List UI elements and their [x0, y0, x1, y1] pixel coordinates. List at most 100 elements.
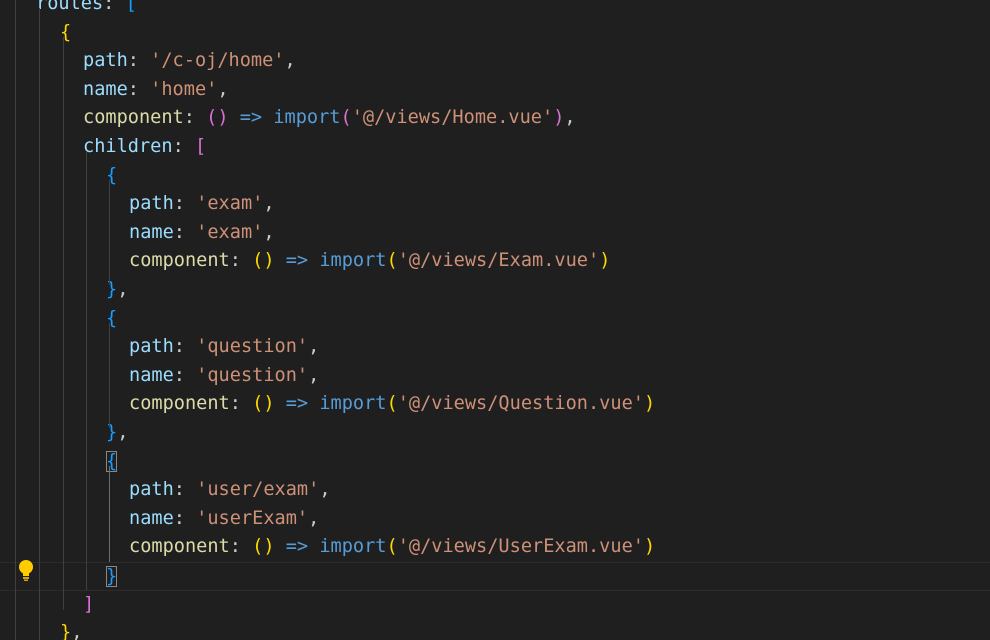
code-token: routes	[36, 0, 104, 14]
code-token: 'exam'	[196, 193, 264, 215]
code-token: [	[125, 0, 137, 14]
code-token: name	[129, 221, 174, 243]
code-token: ,	[308, 336, 320, 358]
code-line-text[interactable]: path: 'exam',	[129, 190, 275, 219]
code-line-text[interactable]: name: 'userExam',	[129, 505, 319, 534]
code-line[interactable]: name: 'question',	[0, 362, 990, 391]
code-line[interactable]: path: '/c-oj/home',	[0, 47, 990, 76]
code-token: path	[129, 336, 174, 358]
code-token: name	[129, 507, 174, 529]
code-line[interactable]: routes: [	[0, 0, 990, 19]
code-token: }	[106, 422, 118, 443]
code-token: {	[106, 164, 118, 186]
code-token: )	[643, 536, 656, 558]
code-token: ,	[71, 622, 83, 640]
code-token: :	[183, 107, 207, 129]
code-token: (	[386, 250, 398, 272]
code-token: component	[83, 107, 184, 129]
code-line[interactable]: {	[0, 162, 990, 191]
code-token: :	[229, 393, 253, 415]
code-token: '@/views/UserExam.vue'	[397, 536, 644, 558]
code-token: ]	[83, 593, 95, 615]
code-line-text[interactable]: path: 'user/exam',	[129, 476, 331, 505]
code-token: =>	[274, 250, 320, 272]
code-token: import	[273, 107, 341, 129]
code-line[interactable]: },	[0, 276, 990, 305]
code-line-text[interactable]: path: 'question',	[129, 333, 319, 362]
code-line-text[interactable]: {	[60, 19, 71, 48]
indent-guide	[39, 8, 40, 640]
code-line[interactable]: children: [	[0, 133, 990, 162]
code-line-text[interactable]: component: () => import('@/views/Questio…	[129, 390, 655, 419]
code-line-text[interactable]: component: () => import('@/views/Exam.vu…	[129, 247, 610, 276]
code-line[interactable]: },	[0, 619, 990, 640]
code-token: )	[643, 393, 656, 415]
code-token: '/c-oj/home'	[150, 50, 285, 72]
lightbulb-icon[interactable]	[16, 558, 36, 582]
code-token: name	[83, 78, 128, 100]
code-line[interactable]: ]	[0, 591, 990, 620]
code-line[interactable]: component: () => import('@/views/Exam.vu…	[0, 247, 990, 276]
code-token: '@/views/Exam.vue'	[397, 250, 600, 272]
code-token: (	[340, 107, 352, 129]
code-token: }	[106, 279, 118, 300]
code-token: import	[319, 536, 387, 558]
code-line-text[interactable]: name: 'question',	[129, 362, 319, 391]
code-token: 'exam'	[196, 221, 264, 243]
code-line-text[interactable]: }	[106, 563, 118, 592]
code-token: (	[386, 536, 398, 558]
code-line[interactable]: },	[0, 419, 990, 448]
code-line[interactable]: name: 'exam',	[0, 219, 990, 248]
code-line-text[interactable]: name: 'home',	[83, 76, 229, 105]
code-line[interactable]: component: () => import('@/views/Questio…	[0, 390, 990, 419]
code-token: :	[173, 364, 197, 386]
code-line-text[interactable]: path: '/c-oj/home',	[83, 47, 296, 76]
code-line[interactable]: {	[0, 305, 990, 334]
code-line-text[interactable]: routes: [	[36, 0, 137, 19]
indent-guide	[86, 151, 87, 590]
code-token: 'user/exam'	[196, 479, 320, 501]
code-line[interactable]: path: 'question',	[0, 333, 990, 362]
code-token: :	[173, 336, 197, 358]
code-editor[interactable]: routes: [{path: '/c-oj/home', name: 'home…	[0, 0, 990, 640]
indent-guide	[109, 323, 110, 428]
code-line-text[interactable]: component: () => import('@/views/UserExa…	[129, 533, 655, 562]
code-line[interactable]: path: 'user/exam',	[0, 476, 990, 505]
code-line[interactable]: }	[0, 562, 990, 591]
code-token: '@/views/Home.vue'	[351, 107, 554, 129]
code-token: ()	[252, 393, 275, 415]
code-line[interactable]: component: () => import('@/views/UserExa…	[0, 533, 990, 562]
code-token: =>	[274, 536, 320, 558]
code-token: :	[173, 479, 197, 501]
code-token: [	[194, 136, 207, 157]
code-line-text[interactable]: children: [	[83, 133, 206, 162]
code-line-text[interactable]: ]	[83, 591, 94, 620]
matched-bracket: }	[106, 566, 118, 587]
code-line-text[interactable]: component: () => import('@/views/Home.vu…	[83, 104, 576, 133]
code-token: 'userExam'	[196, 507, 309, 529]
code-token: =>	[274, 393, 320, 415]
code-line[interactable]: component: () => import('@/views/Home.vu…	[0, 104, 990, 133]
code-token: {	[106, 307, 118, 329]
code-line-text[interactable]: name: 'exam',	[129, 219, 275, 248]
code-token: :	[127, 50, 151, 72]
indent-guide	[15, 0, 16, 640]
code-line-text[interactable]: {	[106, 305, 117, 334]
code-line-text[interactable]: },	[60, 619, 82, 640]
code-token: import	[319, 250, 387, 272]
code-token: ,	[308, 364, 320, 386]
code-line[interactable]: name: 'home',	[0, 76, 990, 105]
code-line[interactable]: {	[0, 19, 990, 48]
code-line[interactable]: name: 'userExam',	[0, 505, 990, 534]
code-line-text[interactable]: {	[106, 448, 118, 477]
code-token: 'home'	[150, 78, 218, 100]
code-token: name	[129, 364, 174, 386]
code-line-text[interactable]: {	[106, 162, 117, 191]
code-line[interactable]: {	[0, 448, 990, 477]
code-line[interactable]: path: 'exam',	[0, 190, 990, 219]
code-token: component	[129, 393, 230, 415]
code-token: import	[319, 393, 387, 415]
code-token: ,	[308, 507, 320, 529]
code-token: )	[553, 107, 565, 129]
code-token: path	[129, 479, 174, 501]
